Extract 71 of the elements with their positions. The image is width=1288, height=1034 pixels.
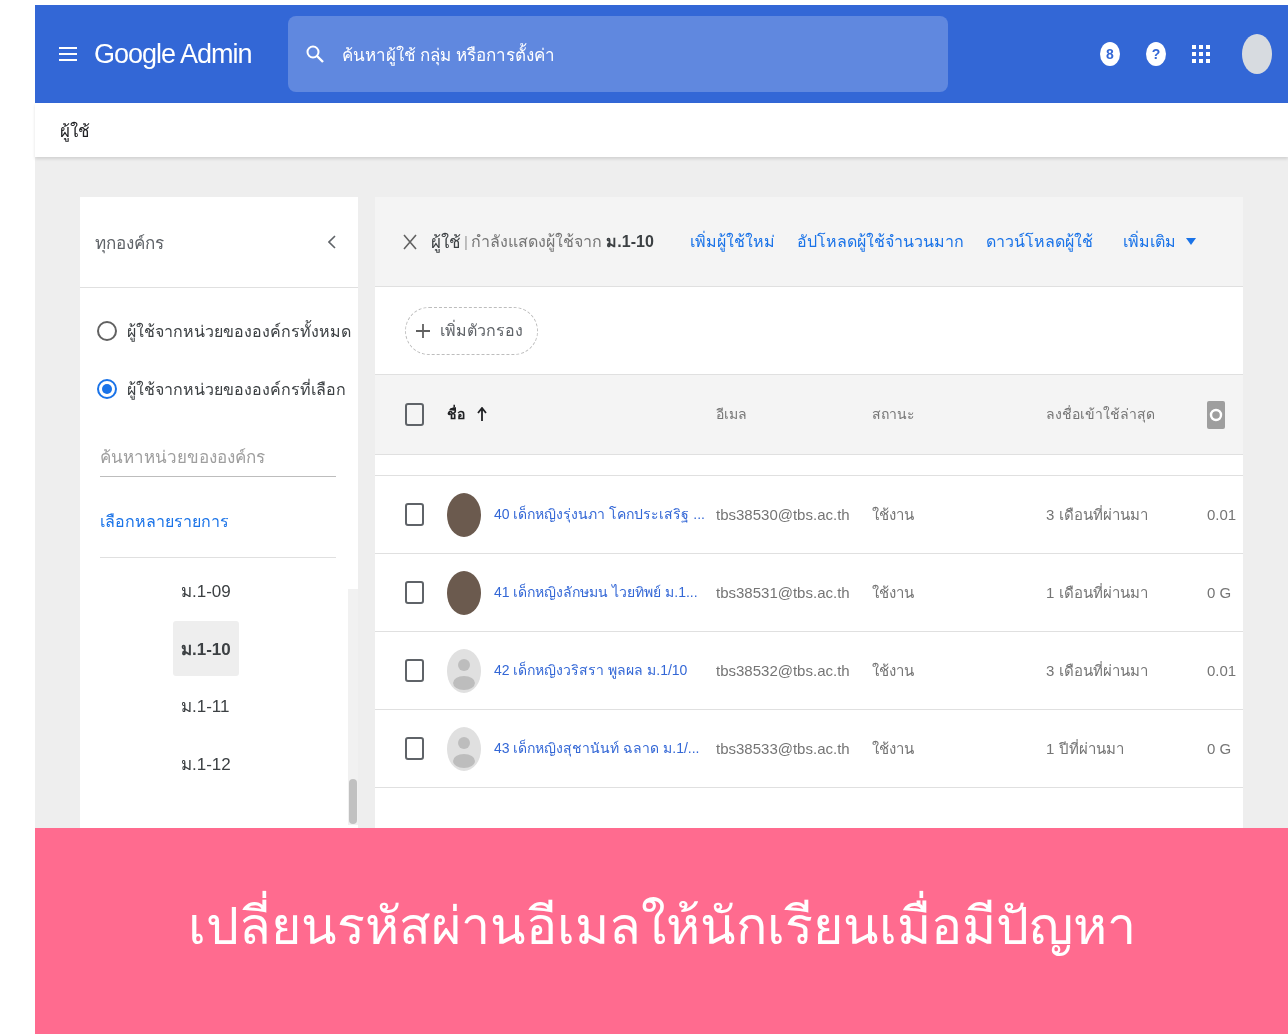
photo-placeholder	[447, 492, 481, 537]
help-button[interactable]: ?	[1146, 42, 1166, 66]
tree-item[interactable]: ม.1-12	[173, 735, 239, 791]
caret-down-icon[interactable]	[1185, 237, 1196, 246]
user-name-link[interactable]: 41 เด็กหญิงลักษมน ไวยทิพย์ ม.1...	[494, 580, 698, 605]
avatar-icon	[447, 726, 481, 771]
checkbox[interactable]	[405, 503, 424, 526]
column-header[interactable]: ชื่อ	[447, 402, 716, 427]
tree-item[interactable]: ม.1-10	[173, 620, 239, 676]
user-name-link[interactable]: 43 เด็กหญิงสุชานันท์ ฉลาด ม.1/...	[494, 736, 700, 761]
last-sign-in-cell-text: 3 เดือนที่ผ่านมา	[1046, 504, 1149, 525]
user-name-link[interactable]: 42 เด็กหญิงวริสรา พูลผล ม.1/10	[494, 658, 688, 683]
banner-title: เปลี่ยนรหัสผ่านอีเมลให้นักเรียนเมื่อมีปัญหา	[187, 883, 1136, 967]
notification-count-icon[interactable]: 8	[1100, 42, 1120, 66]
avatar-icon	[447, 648, 481, 693]
checkbox[interactable]	[405, 659, 424, 682]
toolbar-link[interactable]: ดาวน์โหลดผู้ใช้	[985, 229, 1093, 254]
vertical-scrollbar[interactable]	[348, 589, 358, 825]
panel-subtitle: กำลังแสดงผู้ใช้จาก ม.1-10	[470, 231, 654, 254]
email-cell-text: tbs38530@tbs.ac.th	[716, 504, 851, 525]
multi-select-link[interactable]: เลือกหลายรายการ	[100, 508, 229, 534]
radio-button[interactable]	[97, 321, 117, 341]
tree-item[interactable]: ม.1-09	[173, 563, 239, 619]
title-separator: |	[464, 233, 468, 250]
email-cell-text: tbs38533@tbs.ac.th	[716, 738, 851, 759]
menu-icon[interactable]	[59, 47, 77, 61]
last-sign-in-cell-text: 1 ปีที่ผ่านมา	[1046, 738, 1125, 759]
settings-icon[interactable]	[1207, 400, 1225, 429]
search-placeholder: ค้นหาผู้ใช้ กลุ่ม หรือการตั้งค่า	[341, 42, 556, 68]
app-logo: Google Admin	[94, 38, 252, 70]
tree-item[interactable]: ม.1-11	[173, 678, 238, 734]
select-all-checkbox[interactable]	[405, 403, 424, 426]
checkbox[interactable]	[405, 737, 424, 760]
radio-label: ผู้ใช้จากหน่วยขององค์กรที่เลือก	[127, 378, 346, 402]
storage-cell-text: 0 G	[1207, 582, 1233, 603]
search-placeholder: ค้นหาหน่วยขององค์กร	[100, 447, 265, 469]
storage-cell-text: 0 G	[1207, 738, 1233, 759]
status-cell-text: ใช้งาน	[872, 582, 915, 603]
status-cell-text: ใช้งาน	[872, 504, 915, 525]
more-menu-button[interactable]: เพิ่มเติม	[1122, 229, 1176, 254]
last-sign-in-cell-text: 3 เดือนที่ผ่านมา	[1046, 660, 1149, 681]
column-header[interactable]: อีเมล	[716, 402, 872, 427]
toolbar-link[interactable]: อัปโหลดผู้ใช้จำนวนมาก	[796, 229, 964, 254]
checkbox[interactable]	[405, 581, 424, 604]
apps-grid-icon[interactable]	[1192, 45, 1210, 63]
search-field[interactable]: ค้นหาผู้ใช้ กลุ่ม หรือการตั้งค่า	[287, 16, 948, 92]
last-sign-in-cell-text: 1 เดือนที่ผ่านมา	[1046, 582, 1149, 603]
search-icon	[305, 45, 324, 63]
search-field[interactable]: ค้นหาหน่วยขององค์กร	[100, 442, 336, 477]
photo-placeholder	[447, 570, 481, 615]
status-cell-text: ใช้งาน	[872, 660, 915, 681]
status-cell-text: ใช้งาน	[872, 738, 915, 759]
panel-title: ผู้ใช้	[431, 231, 461, 255]
close-icon[interactable]	[403, 233, 417, 250]
storage-cell-text: 0.01	[1207, 660, 1238, 681]
radio-label: ผู้ใช้จากหน่วยขององค์กรทั้งหมด	[127, 319, 351, 344]
avatar-icon[interactable]	[1242, 34, 1272, 74]
email-cell-text: tbs38531@tbs.ac.th	[716, 582, 851, 603]
toolbar-link[interactable]: เพิ่มผู้ใช้ใหม่	[689, 229, 775, 254]
plus-icon	[416, 323, 430, 338]
add-filter-button[interactable]: เพิ่มตัวกรอง	[405, 306, 538, 355]
email-cell-text: tbs38532@tbs.ac.th	[716, 660, 851, 681]
storage-cell-text: 0.01	[1207, 504, 1238, 525]
sort-arrow-icon[interactable]	[477, 407, 487, 422]
chevron-left-icon[interactable]	[328, 235, 336, 249]
column-header[interactable]: สถานะ	[872, 402, 1046, 427]
radio-button[interactable]	[97, 379, 117, 399]
panel-title: ทุกองค์กร	[95, 232, 164, 256]
breadcrumb[interactable]: ผู้ใช้	[60, 116, 90, 144]
column-header[interactable]: ลงชื่อเข้าใช้ล่าสุด	[1046, 402, 1207, 427]
user-name-link[interactable]: 40 เด็กหญิงรุ่งนภา โคกประเสริฐ ...	[494, 502, 705, 527]
